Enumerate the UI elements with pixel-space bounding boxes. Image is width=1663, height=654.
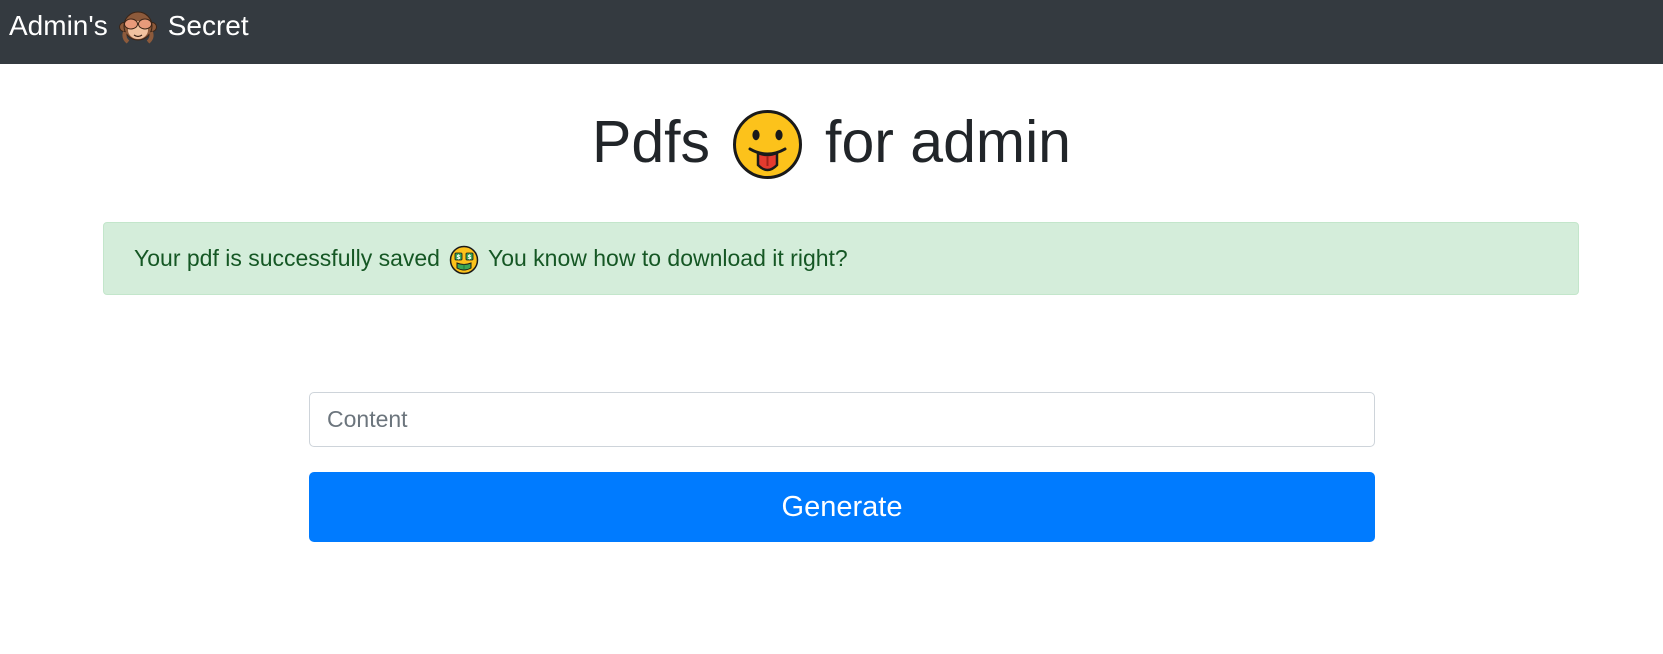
face-with-tongue-icon <box>732 109 803 180</box>
svg-text:$: $ <box>467 254 471 261</box>
success-alert: Your pdf is successfully saved $ $ You k… <box>103 222 1579 295</box>
alert-message-prefix: Your pdf is successfully saved <box>134 245 440 271</box>
page-title-prefix: Pdfs <box>591 109 711 175</box>
see-no-evil-monkey-icon <box>118 8 157 46</box>
page-title: Pdfs for admin <box>0 98 1663 186</box>
page-title-suffix: for admin <box>825 109 1071 175</box>
navbar-brand[interactable]: Admin's Secret <box>9 6 249 46</box>
content-input[interactable] <box>309 392 1375 447</box>
svg-text:$: $ <box>456 254 460 261</box>
navbar: Admin's Secret <box>0 0 1663 64</box>
alert-message-suffix: You know how to download it right? <box>487 245 848 271</box>
brand-prefix-text: Admin's <box>9 10 108 41</box>
brand-suffix-text: Secret <box>167 10 249 41</box>
money-mouth-face-icon: $ $ <box>449 245 479 275</box>
generate-button[interactable]: Generate <box>309 472 1375 542</box>
